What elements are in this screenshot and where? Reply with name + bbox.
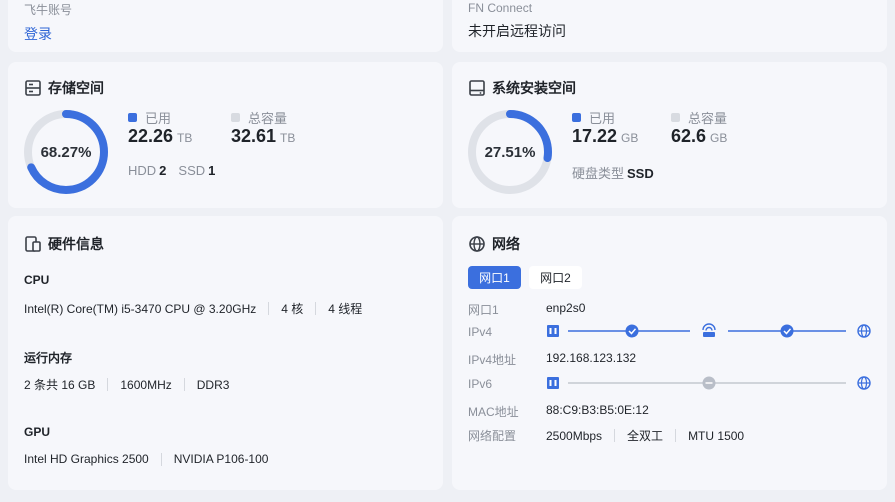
storage-total-legend: 总容量 bbox=[231, 108, 287, 127]
disk-type-value: SSD bbox=[627, 166, 654, 181]
storage-total-value: 32.61 TB bbox=[231, 126, 295, 147]
duplex-mode: 全双工 bbox=[627, 429, 664, 443]
system-total-unit: GB bbox=[710, 131, 728, 145]
storage-total-label: 总容量 bbox=[248, 111, 288, 126]
system-used-number: 17.22 bbox=[572, 126, 618, 146]
mac-label: MAC地址 bbox=[468, 405, 519, 419]
divider bbox=[183, 378, 185, 391]
divider bbox=[675, 429, 677, 442]
system-percent: 27.51% bbox=[484, 143, 536, 161]
cpu-heading: CPU bbox=[24, 273, 50, 287]
disk-type: 硬盘类型 SSD bbox=[572, 163, 666, 182]
account-label: 飞牛账号 bbox=[24, 3, 73, 17]
tab-port-1[interactable]: 网口1 bbox=[468, 266, 521, 289]
router-icon bbox=[702, 323, 716, 337]
used-swatch bbox=[128, 113, 137, 122]
total-swatch bbox=[231, 113, 240, 122]
gpu-2: NVIDIA P106-100 bbox=[173, 452, 269, 466]
used-swatch bbox=[572, 113, 581, 122]
disk-type-label: 硬盘类型 bbox=[572, 166, 625, 181]
fn-connect-label: FN Connect bbox=[468, 1, 533, 15]
check-icon bbox=[780, 324, 794, 338]
storage-used-legend: 已用 bbox=[128, 108, 171, 127]
memory-count: 2 条共 16 GB bbox=[24, 378, 96, 392]
storage-used-unit: TB bbox=[177, 131, 193, 145]
hardware-title-text: 硬件信息 bbox=[48, 236, 104, 252]
storage-percent: 68.27% bbox=[40, 143, 92, 161]
cpu-threads: 4 线程 bbox=[328, 302, 363, 316]
hdd-label: HDD bbox=[128, 163, 157, 178]
network-card bbox=[452, 216, 887, 490]
hardware-card bbox=[8, 216, 443, 490]
ipv4-label: IPv4 bbox=[468, 325, 493, 339]
system-title: 系统安装空间 bbox=[468, 78, 576, 98]
device-icon bbox=[24, 235, 42, 253]
gpu-heading: GPU bbox=[24, 425, 51, 439]
globe-icon bbox=[857, 324, 871, 338]
disk-counts: HDD 2 SSD 1 bbox=[128, 163, 227, 178]
disconnected-icon bbox=[702, 376, 716, 390]
storage-total-unit: TB bbox=[280, 131, 296, 145]
memory-speed: 1600MHz bbox=[120, 377, 172, 392]
network-title: 网络 bbox=[468, 234, 520, 254]
memory-info: 2 条共 16 GB 1600MHz DDR3 bbox=[24, 376, 229, 393]
divider bbox=[268, 302, 270, 315]
login-link[interactable]: 登录 bbox=[24, 24, 52, 44]
gpu-1: Intel HD Graphics 2500 bbox=[24, 452, 149, 466]
system-total-legend: 总容量 bbox=[671, 108, 727, 127]
divider bbox=[315, 302, 317, 315]
config-label: 网络配置 bbox=[468, 429, 517, 443]
storage-title-text: 存储空间 bbox=[48, 80, 104, 96]
mac-value: 88:C9:B3:B5:0E:12 bbox=[546, 403, 649, 417]
globe-icon bbox=[468, 235, 486, 253]
system-disk-icon bbox=[468, 79, 486, 97]
globe-icon bbox=[857, 376, 871, 390]
memory-heading: 运行内存 bbox=[24, 351, 73, 365]
system-total-number: 62.6 bbox=[671, 126, 707, 146]
system-used-value: 17.22 GB bbox=[572, 126, 638, 147]
check-icon bbox=[625, 324, 639, 338]
hardware-title: 硬件信息 bbox=[24, 234, 104, 254]
ssd-count: 1 bbox=[208, 163, 216, 178]
ipv6-connection-status bbox=[547, 376, 871, 390]
memory-type: DDR3 bbox=[196, 377, 230, 392]
config-value: 2500Mbps 全双工 MTU 1500 bbox=[546, 427, 744, 444]
port-value: enp2s0 bbox=[546, 301, 586, 315]
nic-icon bbox=[547, 325, 559, 337]
cpu-info: Intel(R) Core(TM) i5-3470 CPU @ 3.20GHz 4… bbox=[24, 300, 362, 317]
cpu-model: Intel(R) Core(TM) i5-3470 CPU @ 3.20GHz bbox=[24, 301, 257, 316]
cpu-cores: 4 核 bbox=[281, 302, 304, 316]
divider bbox=[160, 452, 162, 466]
storage-total-number: 32.61 bbox=[231, 126, 277, 146]
storage-used-value: 22.26 TB bbox=[128, 126, 192, 147]
storage-icon bbox=[24, 79, 42, 97]
divider bbox=[614, 429, 616, 442]
divider bbox=[107, 378, 109, 391]
account-card bbox=[8, 0, 443, 52]
ipv4-connection-status bbox=[547, 323, 871, 338]
ssd-label: SSD bbox=[178, 163, 206, 178]
system-total-value: 62.6 GB bbox=[671, 126, 727, 147]
nic-icon bbox=[547, 377, 559, 389]
link-speed: 2500Mbps bbox=[546, 428, 603, 443]
gpu-info: Intel HD Graphics 2500 NVIDIA P106-100 bbox=[24, 452, 268, 466]
ipv4-address-label: IPv4地址 bbox=[468, 353, 517, 367]
system-used-legend: 已用 bbox=[572, 108, 615, 127]
system-total-label: 总容量 bbox=[688, 111, 728, 126]
mtu-value: MTU 1500 bbox=[688, 428, 745, 443]
storage-used-number: 22.26 bbox=[128, 126, 174, 146]
system-title-text: 系统安装空间 bbox=[492, 80, 576, 96]
ipv6-label: IPv6 bbox=[468, 377, 493, 391]
port-label: 网口1 bbox=[468, 303, 499, 317]
storage-title: 存储空间 bbox=[24, 78, 104, 98]
system-used-label: 已用 bbox=[589, 111, 616, 126]
system-used-unit: GB bbox=[621, 131, 639, 145]
storage-used-label: 已用 bbox=[145, 111, 172, 126]
network-title-text: 网络 bbox=[492, 236, 520, 252]
ipv4-address-value: 192.168.123.132 bbox=[546, 351, 637, 365]
tab-port-2[interactable]: 网口2 bbox=[529, 266, 582, 289]
fn-connect-status: 未开启远程访问 bbox=[468, 23, 566, 39]
hdd-count: 2 bbox=[159, 163, 167, 178]
total-swatch bbox=[671, 113, 680, 122]
